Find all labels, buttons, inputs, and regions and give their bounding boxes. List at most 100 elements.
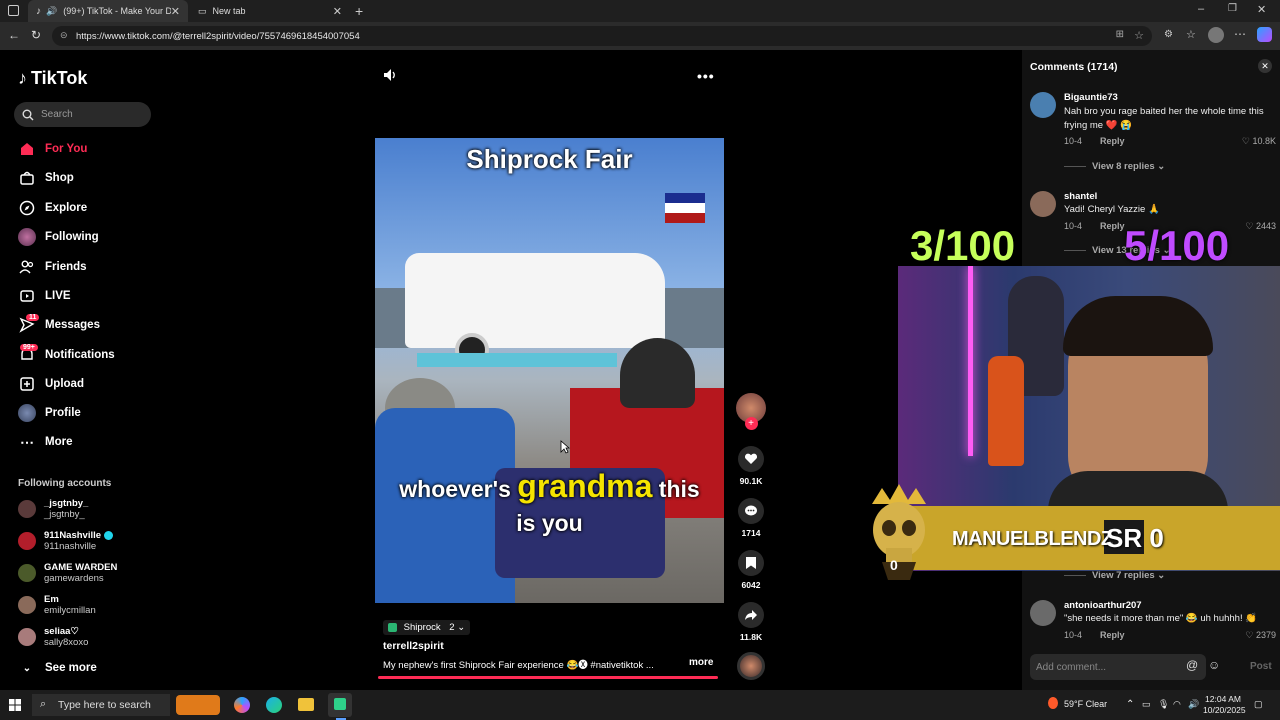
mention-icon[interactable]: @: [1186, 658, 1198, 672]
account-item[interactable]: GAME WARDEN gamewardens: [18, 562, 117, 584]
bookmark-icon: [738, 550, 764, 576]
comment-avatar[interactable]: [1030, 191, 1056, 217]
add-comment-input[interactable]: Add comment...: [1030, 654, 1206, 680]
active-app-tile[interactable]: [328, 693, 352, 717]
volume-icon[interactable]: [382, 67, 398, 83]
mic-icon[interactable]: 🎙: [1158, 699, 1169, 710]
share-button[interactable]: 11.8K: [736, 602, 766, 642]
speaker-icon[interactable]: 🔊: [46, 6, 57, 17]
site-info-icon[interactable]: ⊝: [60, 30, 68, 41]
creator-avatar-button[interactable]: +: [736, 393, 766, 430]
search-input[interactable]: Search: [14, 102, 151, 127]
minimize-icon[interactable]: –: [1198, 3, 1204, 15]
emoji-icon[interactable]: ☺: [1208, 658, 1220, 672]
comment-button[interactable]: 1714: [736, 498, 766, 538]
tab-actions-icon[interactable]: [8, 5, 19, 16]
refresh-icon[interactable]: ↻: [31, 28, 41, 42]
extensions-icon[interactable]: ⚙: [1164, 29, 1173, 40]
nav-live[interactable]: LIVE: [18, 285, 71, 307]
halloween-widget-icon[interactable]: [176, 695, 220, 715]
comment-like-button[interactable]: ♡ 2379: [1245, 630, 1276, 641]
video-progress-bar[interactable]: [378, 676, 718, 679]
favorite-star-icon[interactable]: ☆: [1134, 29, 1144, 42]
taskbar-search-input[interactable]: ⌕ Type here to search: [32, 694, 170, 716]
post-button[interactable]: Post: [1250, 661, 1272, 672]
tab-tiktok[interactable]: ♪ 🔊 (99+) TikTok - Make Your Day ✕: [28, 0, 188, 22]
description-more-link[interactable]: more: [689, 657, 713, 668]
account-item[interactable]: _jsgtnby_ _jsgtnby_: [18, 498, 88, 520]
video-player[interactable]: Shiprock Fair whoever's grandma this is …: [375, 138, 724, 603]
nav-for-you[interactable]: For You: [18, 138, 87, 160]
comment-username[interactable]: Bigauntie73: [1064, 92, 1118, 103]
back-icon[interactable]: ←: [8, 28, 20, 42]
volume-tray-icon[interactable]: 🔊: [1188, 699, 1199, 710]
comment-username[interactable]: shantel: [1064, 191, 1097, 202]
restore-icon[interactable]: ❐: [1228, 3, 1237, 14]
weather-text[interactable]: 59°F Clear: [1064, 699, 1107, 709]
nav-profile[interactable]: Profile: [18, 402, 81, 424]
copilot-icon[interactable]: [1257, 27, 1272, 42]
location-tag[interactable]: Shiprock 2 ⌄: [383, 620, 471, 635]
comment-avatar[interactable]: [1030, 600, 1056, 626]
wifi-icon[interactable]: ◠: [1173, 699, 1181, 710]
author-name[interactable]: terrell2spirit: [383, 640, 444, 652]
score-left: 3/100: [910, 222, 1016, 269]
favorites-icon[interactable]: ☆: [1186, 28, 1196, 41]
weather-icon[interactable]: [1048, 697, 1058, 709]
comment-username[interactable]: antonioarthur207: [1064, 600, 1142, 611]
streamer-name: MANUELBLENDZ: [952, 528, 1113, 550]
url-field[interactable]: ⊝ https://www.tiktok.com/@terrell2spirit…: [52, 26, 1152, 46]
comment-avatar[interactable]: [1030, 92, 1056, 118]
tab-new[interactable]: ▭ New tab ✕: [190, 0, 350, 22]
view-replies-button[interactable]: View 7 replies ⌄: [1064, 570, 1165, 581]
skull-count: 0: [890, 557, 898, 573]
see-more-button[interactable]: ⌄ See more: [18, 657, 97, 679]
app-available-icon[interactable]: ⊞: [1116, 29, 1124, 40]
tiktok-logo[interactable]: ♪ TikTok: [18, 68, 87, 89]
windows-start-icon[interactable]: [9, 699, 21, 711]
file-explorer-icon[interactable]: [298, 698, 314, 711]
close-window-icon[interactable]: ✕: [1257, 3, 1266, 16]
heart-icon: [738, 446, 764, 472]
share-icon: [738, 602, 764, 628]
save-button[interactable]: 6042: [736, 550, 766, 590]
nav-label: More: [45, 436, 73, 448]
tray-chevron-icon[interactable]: ⌃: [1126, 699, 1134, 710]
follow-plus-icon[interactable]: +: [744, 417, 758, 430]
menu-dots-icon[interactable]: ⋯: [1234, 27, 1246, 41]
upload-icon: [18, 375, 36, 393]
nav-more[interactable]: ⋯ More: [18, 431, 72, 453]
clock[interactable]: 12:04 AM 10/20/2025: [1203, 694, 1246, 716]
like-button[interactable]: 90.1K: [736, 446, 766, 486]
reply-button[interactable]: Reply: [1100, 630, 1125, 640]
notifications-badge: 99+: [20, 344, 38, 351]
close-comments-icon[interactable]: ✕: [1258, 59, 1272, 73]
reply-button[interactable]: Reply: [1100, 221, 1125, 231]
view-replies-button[interactable]: View 8 replies ⌄: [1064, 161, 1165, 172]
nav-explore[interactable]: Explore: [18, 197, 87, 219]
nav-friends[interactable]: Friends: [18, 256, 87, 278]
nav-following[interactable]: Following: [18, 226, 99, 248]
profile-avatar[interactable]: [1208, 27, 1224, 43]
more-options-icon[interactable]: •••: [697, 68, 715, 84]
notification-center-icon[interactable]: ▢: [1254, 699, 1263, 710]
account-item[interactable]: seliaa♡ sally8xoxo: [18, 626, 88, 648]
taskbar-search-placeholder: Type here to search: [58, 699, 151, 711]
comment-like-button[interactable]: ♡ 10.8K: [1242, 136, 1276, 147]
close-tab-icon[interactable]: ✕: [333, 5, 342, 18]
account-item[interactable]: Em emilycmillan: [18, 594, 96, 616]
network-icon[interactable]: ▭: [1142, 699, 1151, 710]
streamer-shirt-shape: [1048, 471, 1228, 511]
close-tab-icon[interactable]: ✕: [171, 5, 180, 18]
comment-like-count: 10.8K: [1252, 136, 1276, 146]
reply-button[interactable]: Reply: [1100, 136, 1125, 146]
sound-disc-button[interactable]: [736, 652, 766, 680]
nav-upload[interactable]: Upload: [18, 373, 84, 395]
account-item[interactable]: 911Nashville 911nashville: [18, 530, 113, 552]
account-avatar: [18, 564, 36, 582]
nav-shop[interactable]: Shop: [18, 167, 74, 189]
edge-icon[interactable]: [266, 697, 282, 713]
new-tab-icon[interactable]: +: [355, 3, 363, 19]
copilot-taskbar-icon[interactable]: [234, 697, 250, 713]
comment-like-button[interactable]: ♡ 2443: [1245, 221, 1276, 232]
